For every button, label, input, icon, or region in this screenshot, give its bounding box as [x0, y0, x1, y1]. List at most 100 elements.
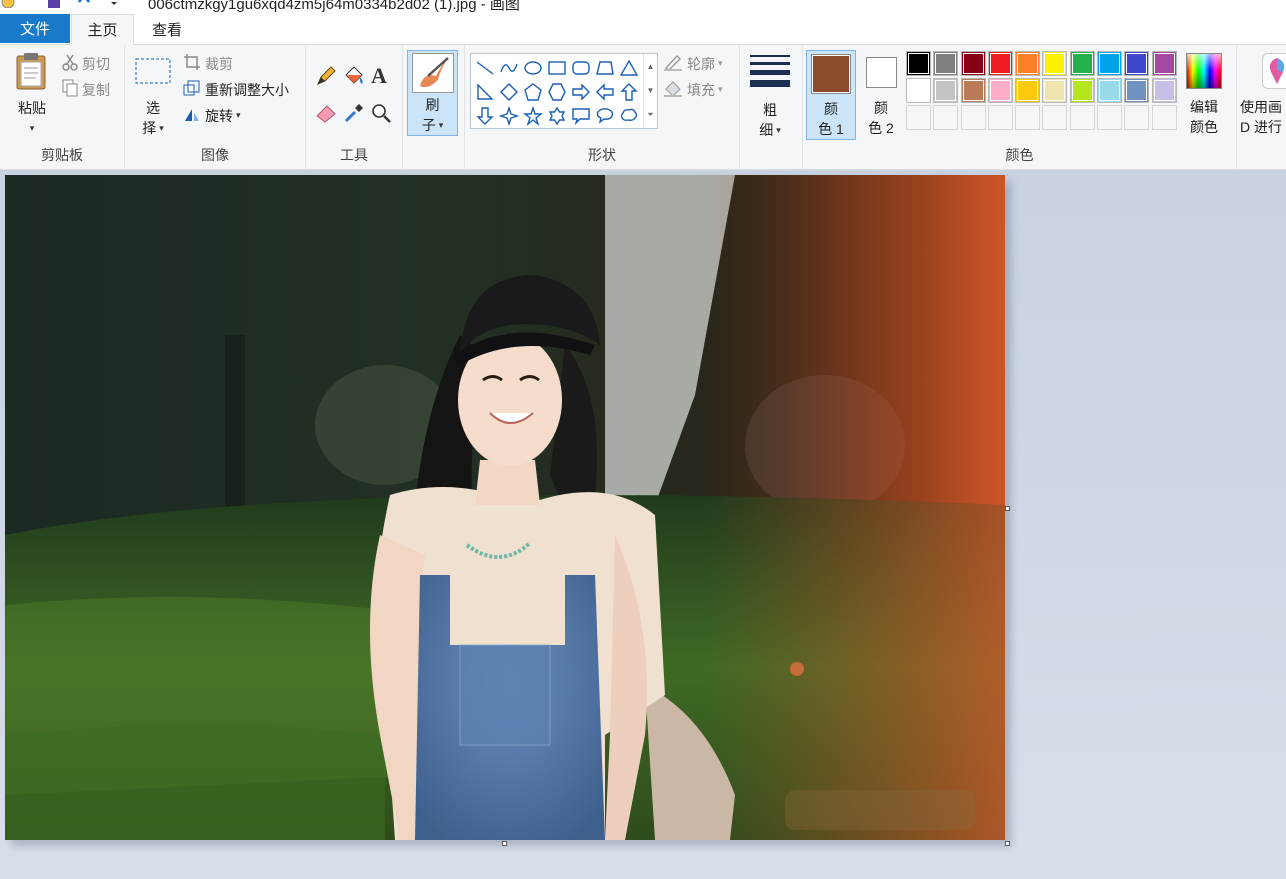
color-picker-icon[interactable] — [343, 102, 365, 127]
custom-color-slot[interactable] — [1097, 105, 1123, 130]
five-point-star-shape-icon[interactable] — [521, 104, 545, 128]
rounded-rectangle-shape-icon[interactable] — [569, 56, 593, 80]
curve-shape-icon[interactable] — [497, 56, 521, 80]
tab-home[interactable]: 主页 — [71, 14, 134, 45]
color2-label-line2: 色 2 — [868, 120, 894, 136]
palette-swatch[interactable] — [1151, 78, 1177, 103]
palette-swatch[interactable] — [987, 51, 1013, 76]
cut-button[interactable]: 剪切 — [62, 53, 110, 74]
brush-icon — [411, 53, 454, 93]
palette-swatch[interactable] — [1097, 51, 1123, 76]
color2-swatch-frame — [865, 57, 897, 88]
size-label-line1: 粗 — [763, 102, 777, 118]
custom-color-slot[interactable] — [906, 105, 931, 130]
custom-color-slot[interactable] — [960, 105, 986, 130]
gallery-scroll-up-icon[interactable]: ▲ — [647, 62, 655, 71]
copy-button[interactable]: 复制 — [62, 79, 110, 100]
canvas-image[interactable] — [5, 175, 1005, 840]
brushes-dropdown-icon: ▾ — [438, 120, 444, 130]
brushes-button[interactable]: 刷 子 ▾ — [407, 50, 458, 136]
diamond-shape-icon[interactable] — [497, 80, 521, 104]
gallery-expand-icon[interactable]: ⏷ — [647, 110, 653, 120]
color1-button[interactable]: 颜 色 1 — [806, 50, 856, 140]
rectangular-callout-shape-icon[interactable] — [569, 104, 593, 128]
palette-swatch[interactable] — [960, 78, 986, 103]
custom-color-slot[interactable] — [1151, 105, 1177, 130]
polygon-shape-icon[interactable] — [593, 56, 617, 80]
edit-colors-button[interactable]: 编辑 颜色 — [1181, 53, 1227, 137]
paste-button[interactable]: 粘贴 ▾ — [8, 51, 56, 138]
custom-color-slot[interactable] — [1042, 105, 1068, 130]
line-shape-icon[interactable] — [473, 56, 497, 80]
magnifier-icon[interactable] — [371, 103, 393, 128]
save-icon[interactable] — [46, 0, 62, 8]
palette-swatch[interactable] — [1042, 51, 1068, 76]
canvas-resize-handle-right[interactable] — [1005, 506, 1010, 511]
palette-swatch[interactable] — [1015, 78, 1041, 103]
palette-swatch[interactable] — [1097, 78, 1123, 103]
canvas-workspace[interactable] — [0, 170, 1286, 879]
palette-swatch[interactable] — [933, 51, 959, 76]
palette-swatch[interactable] — [933, 78, 959, 103]
palette-swatch[interactable] — [1151, 51, 1177, 76]
tab-view[interactable]: 查看 — [134, 14, 200, 45]
canvas-resize-handle-corner[interactable] — [1005, 841, 1010, 846]
oval-shape-icon[interactable] — [521, 56, 545, 80]
size-group: 粗 细 ▾ — [740, 45, 803, 170]
customize-quick-access-icon[interactable] — [106, 0, 122, 8]
palette-swatch[interactable] — [1069, 51, 1095, 76]
canvas-resize-handle-bottom[interactable] — [502, 841, 507, 846]
triangle-shape-icon[interactable] — [617, 56, 641, 80]
custom-color-slot[interactable] — [1069, 105, 1095, 130]
text-tool-icon[interactable]: A — [371, 63, 387, 89]
right-triangle-shape-icon[interactable] — [473, 80, 497, 104]
pentagon-shape-icon[interactable] — [521, 80, 545, 104]
palette-swatch[interactable] — [906, 78, 931, 103]
four-point-star-shape-icon[interactable] — [497, 104, 521, 128]
crop-label: 裁剪 — [205, 55, 233, 72]
rectangle-shape-icon[interactable] — [545, 56, 569, 80]
crop-button[interactable]: 裁剪 — [183, 53, 233, 74]
oval-callout-shape-icon[interactable] — [593, 104, 617, 128]
pencil-icon[interactable] — [315, 65, 337, 90]
colors-group: 颜 色 1 颜 色 2 编辑 颜色 颜色 — [803, 45, 1237, 170]
six-point-star-shape-icon[interactable] — [545, 104, 569, 128]
shapes-gallery-scroll[interactable]: ▲ ▼ ⏷ — [643, 54, 657, 128]
tab-file[interactable]: 文件 — [0, 14, 70, 43]
right-arrow-shape-icon[interactable] — [569, 80, 593, 104]
outline-button[interactable]: 轮廓 ▾ — [663, 53, 723, 74]
gallery-scroll-down-icon[interactable]: ▼ — [647, 86, 655, 95]
custom-color-slot[interactable] — [933, 105, 959, 130]
custom-color-slot[interactable] — [1124, 105, 1150, 130]
palette-swatch[interactable] — [960, 51, 986, 76]
palette-swatch[interactable] — [1069, 78, 1095, 103]
palette-swatch[interactable] — [1124, 78, 1150, 103]
palette-swatch[interactable] — [987, 78, 1013, 103]
palette-swatch[interactable] — [1015, 51, 1041, 76]
brushes-label-line2: 子 — [421, 117, 436, 133]
outline-dropdown-icon: ▾ — [718, 58, 723, 68]
clipboard-group-label: 剪贴板 — [41, 147, 83, 163]
fill-button[interactable]: 填充 ▾ — [663, 79, 723, 100]
palette-swatch[interactable] — [1042, 78, 1068, 103]
undo-icon[interactable] — [76, 0, 92, 8]
color2-button[interactable]: 颜 色 2 — [858, 50, 904, 140]
color-spectrum-icon — [1186, 53, 1222, 89]
paint3d-label-line2: D 进行 — [1240, 119, 1282, 135]
cloud-callout-shape-icon[interactable] — [617, 104, 641, 128]
eraser-icon[interactable] — [315, 103, 337, 126]
hexagon-shape-icon[interactable] — [545, 80, 569, 104]
paint3d-button[interactable]: 使用画 D 进行 — [1240, 53, 1286, 137]
custom-color-slot[interactable] — [987, 105, 1013, 130]
custom-color-slot[interactable] — [1015, 105, 1041, 130]
palette-swatch[interactable] — [1124, 51, 1150, 76]
fill-bucket-icon[interactable] — [342, 63, 366, 90]
down-arrow-shape-icon[interactable] — [473, 104, 497, 128]
palette-swatch[interactable] — [906, 51, 931, 76]
rotate-button[interactable]: 旋转 ▾ — [183, 105, 241, 126]
size-button[interactable]: 粗 细 ▾ — [748, 53, 792, 140]
left-arrow-shape-icon[interactable] — [593, 80, 617, 104]
up-arrow-shape-icon[interactable] — [617, 80, 641, 104]
resize-button[interactable]: 重新调整大小 — [183, 79, 289, 100]
select-button[interactable]: 选 择 ▾ — [133, 55, 173, 138]
